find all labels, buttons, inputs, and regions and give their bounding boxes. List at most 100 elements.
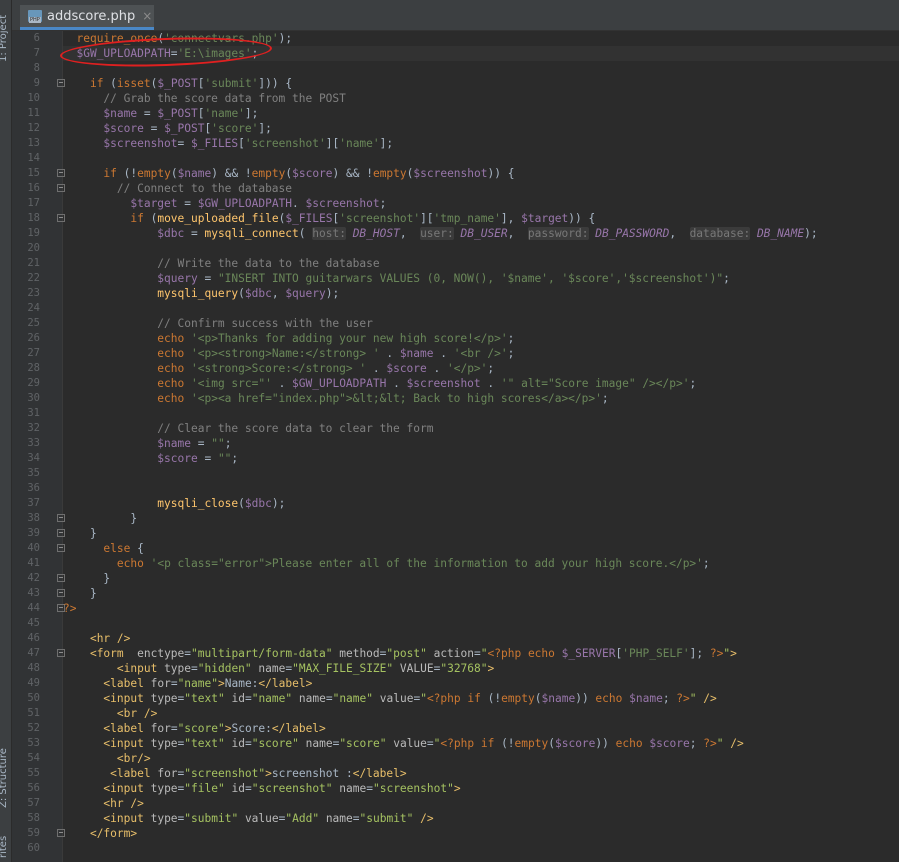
line-number: 38 — [27, 512, 40, 524]
gutter-row: 20 — [12, 241, 62, 256]
code-line[interactable] — [63, 301, 899, 316]
code-line[interactable]: </form> — [63, 826, 899, 841]
gutter-row: 57 — [12, 796, 62, 811]
line-number: 26 — [27, 332, 40, 344]
line-number: 19 — [27, 227, 40, 239]
code-line[interactable]: $score = $_POST['score']; — [63, 121, 899, 136]
line-number-gutter: 6 7 8 9 10 11 12 13 14 15 16 17 18 19 20 21 22 23 24 25 26 27… — [12, 31, 65, 862]
line-number: 14 — [27, 152, 40, 164]
code-text: ?> — [63, 602, 77, 615]
gutter-row: 54 — [12, 751, 62, 766]
code-line[interactable]: <hr /> — [63, 631, 899, 646]
code-line[interactable]: <input type="text" id="score" name="scor… — [63, 736, 899, 751]
code-line[interactable]: <br /> — [63, 706, 899, 721]
close-icon[interactable]: × — [142, 9, 152, 23]
line-number: 17 — [27, 197, 40, 209]
code-line[interactable]: echo '<p>Thanks for adding your new high… — [63, 331, 899, 346]
code-line[interactable]: } — [63, 571, 899, 586]
gutter-row: 23 — [12, 286, 62, 301]
code-line[interactable]: // Clear the score data to clear the for… — [63, 421, 899, 436]
code-line[interactable]: $score = ""; — [63, 451, 899, 466]
code-text: else { — [103, 542, 144, 555]
code-text: } — [63, 512, 138, 525]
code-line[interactable]: $query = "INSERT INTO guitarwars VALUES … — [63, 271, 899, 286]
tool-window-sidebar: 1: Project Z: Structure rites — [0, 0, 12, 862]
code-line[interactable]: } — [63, 586, 899, 601]
gutter-row: 37 — [12, 496, 62, 511]
line-number: 30 — [27, 392, 40, 404]
line-number: 44 — [27, 602, 40, 614]
code-line[interactable]: $target = $GW_UPLOADPATH. $screenshot; — [63, 196, 899, 211]
code-text: <br /> — [116, 707, 158, 720]
line-number: 23 — [27, 287, 40, 299]
code-line[interactable]: $dbc = mysqli_connect( host: DB_HOST, us… — [63, 226, 899, 241]
gutter-row: 34 — [12, 451, 62, 466]
line-number: 41 — [27, 557, 40, 569]
code-line[interactable] — [63, 481, 899, 496]
code-text: $target = $GW_UPLOADPATH. $screenshot; — [130, 197, 387, 210]
code-line[interactable]: // Confirm success with the user — [63, 316, 899, 331]
code-line[interactable]: $screenshot= $_FILES['screenshot']['name… — [63, 136, 899, 151]
code-line[interactable]: echo '<p><strong>Name:</strong> ' . $nam… — [63, 346, 899, 361]
code-line[interactable]: if (isset($_POST['submit'])) { — [63, 76, 899, 91]
code-line[interactable]: <hr /> — [63, 796, 899, 811]
code-text: </form> — [89, 827, 138, 840]
code-line[interactable]: // Connect to the database — [63, 181, 899, 196]
gutter-row: 45 — [12, 616, 62, 631]
line-number: 42 — [27, 572, 40, 584]
favorites-tool-tab[interactable]: rites — [0, 836, 9, 858]
code-line[interactable]: echo '<img src="' . $GW_UPLOADPATH . $sc… — [63, 376, 899, 391]
code-line[interactable]: // Write the data to the database — [63, 256, 899, 271]
code-line[interactable] — [63, 466, 899, 481]
line-number: 58 — [27, 812, 40, 824]
editor-tab-addscore[interactable]: PHP addscore.php × — [20, 5, 154, 30]
code-line[interactable]: <label for="score">Score:</label> — [63, 721, 899, 736]
code-line[interactable]: <label for="name">Name:</label> — [63, 676, 899, 691]
code-editor[interactable]: require_once('connectvars.php'); $GW_UPL… — [63, 31, 899, 862]
code-line[interactable]: $name = $_POST['name']; — [63, 106, 899, 121]
project-tool-tab[interactable]: 1: Project — [0, 15, 9, 62]
code-line[interactable]: mysqli_close($dbc); — [63, 496, 899, 511]
code-text: // Grab the score data from the POST — [63, 92, 346, 105]
code-line[interactable]: echo '<strong>Score:</strong> ' . $score… — [63, 361, 899, 376]
code-line[interactable]: } — [63, 526, 899, 541]
line-number: 53 — [27, 737, 40, 749]
code-line[interactable]: <input type="text" id="name" name="name"… — [63, 691, 899, 706]
line-number: 55 — [27, 767, 40, 779]
gutter-row: 27 — [12, 346, 62, 361]
code-line[interactable]: echo '<p class="error">Please enter all … — [63, 556, 899, 571]
code-line[interactable]: <input type="file" id="screenshot" name=… — [63, 781, 899, 796]
code-line[interactable]: else { — [63, 541, 899, 556]
gutter-row: 55 — [12, 766, 62, 781]
code-text: <label for="score">Score:</label> — [103, 722, 326, 735]
gutter-row: 8 — [12, 61, 62, 76]
code-line[interactable]: ?> — [63, 601, 899, 616]
code-line[interactable]: if (move_uploaded_file($_FILES['screensh… — [63, 211, 899, 226]
code-line[interactable]: echo '<p><a href="index.php">&lt;&lt; Ba… — [63, 391, 899, 406]
code-line[interactable]: mysqli_query($dbc, $query); — [63, 286, 899, 301]
structure-tool-tab[interactable]: Z: Structure — [0, 748, 9, 808]
code-line[interactable]: $name = ""; — [63, 436, 899, 451]
code-text: } — [63, 587, 97, 600]
gutter-row: 16 — [12, 181, 65, 196]
code-line[interactable] — [63, 151, 899, 166]
gutter-row: 21 — [12, 256, 62, 271]
code-text: // Write the data to the database — [63, 257, 380, 270]
code-line[interactable]: <br/> — [63, 751, 899, 766]
code-line[interactable]: // Grab the score data from the POST — [63, 91, 899, 106]
code-text: $dbc = mysqli_connect( host: DB_HOST, us… — [157, 227, 818, 240]
code-line[interactable]: <label for="screenshot">screenshot :</la… — [63, 766, 899, 781]
code-text: echo '<img src="' . $GW_UPLOADPATH . $sc… — [157, 377, 697, 390]
code-line[interactable]: <input type="hidden" name="MAX_FILE_SIZE… — [63, 661, 899, 676]
code-line[interactable] — [63, 616, 899, 631]
code-line[interactable] — [63, 406, 899, 421]
line-number: 22 — [27, 272, 40, 284]
line-number: 37 — [27, 497, 40, 509]
code-line[interactable]: if (!empty($name) && !empty($score) && !… — [63, 166, 899, 181]
code-line[interactable] — [63, 241, 899, 256]
code-line[interactable] — [63, 841, 899, 856]
code-line[interactable]: <input type="submit" value="Add" name="s… — [63, 811, 899, 826]
code-text: echo '<p>Thanks for adding your new high… — [157, 332, 515, 345]
code-line[interactable]: } — [63, 511, 899, 526]
code-line[interactable]: <form enctype="multipart/form-data" meth… — [63, 646, 899, 661]
